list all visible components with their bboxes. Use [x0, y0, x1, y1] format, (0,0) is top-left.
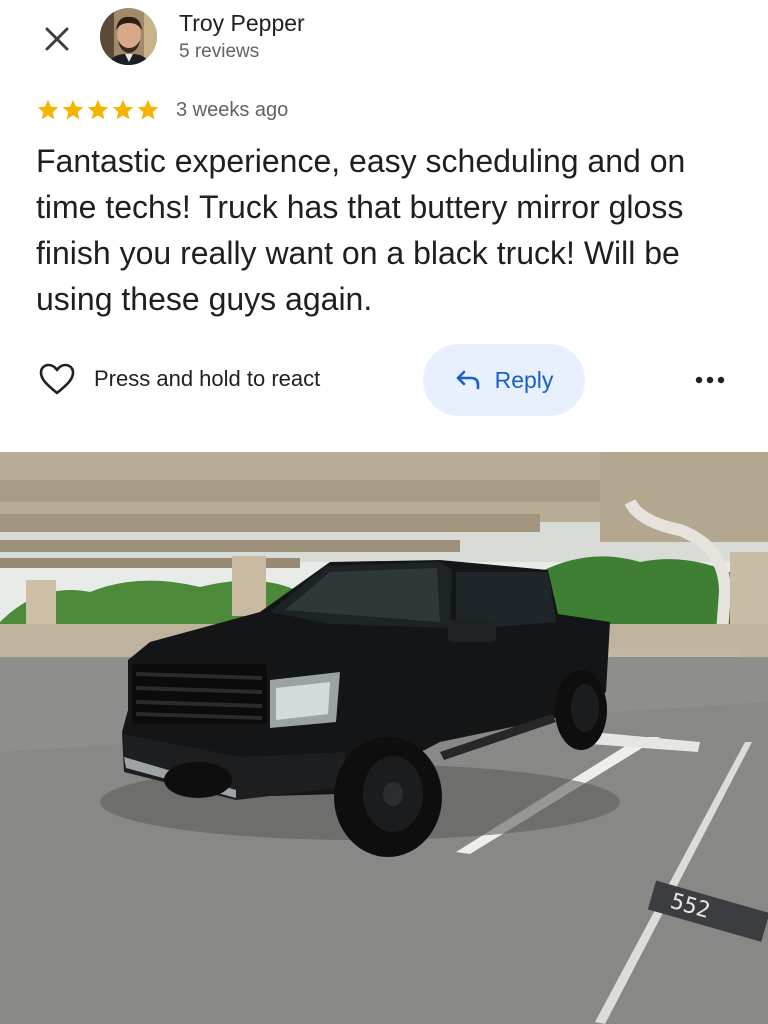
avatar[interactable]: [100, 8, 157, 65]
review-photo[interactable]: 552: [0, 452, 768, 1024]
review-header: Troy Pepper 5 reviews: [0, 0, 768, 80]
reply-arrow-icon: [456, 370, 479, 390]
star-icon: [37, 99, 59, 120]
review-text: Fantastic experience, easy scheduling an…: [36, 143, 686, 317]
react-button[interactable]: Press and hold to react: [38, 362, 320, 396]
more-horizontal-icon: [695, 376, 725, 384]
close-icon: [45, 27, 69, 51]
review-actions: Press and hold to react Reply: [0, 344, 768, 416]
reply-button[interactable]: Reply: [423, 344, 585, 416]
author-review-count: 5 reviews: [179, 41, 260, 62]
star-icon: [137, 99, 159, 120]
close-button[interactable]: [38, 20, 76, 58]
react-label: Press and hold to react: [94, 366, 321, 391]
more-options-button[interactable]: [688, 364, 732, 396]
star-icon: [62, 99, 84, 120]
rating-row: 3 weeks ago: [36, 96, 288, 124]
reply-label: Reply: [494, 366, 554, 393]
author-name[interactable]: Troy Pepper: [179, 10, 305, 37]
star-rating: [36, 98, 160, 122]
heart-icon: [39, 363, 75, 395]
star-icon: [87, 99, 109, 120]
review-date: 3 weeks ago: [176, 98, 289, 121]
star-icon: [112, 99, 134, 120]
